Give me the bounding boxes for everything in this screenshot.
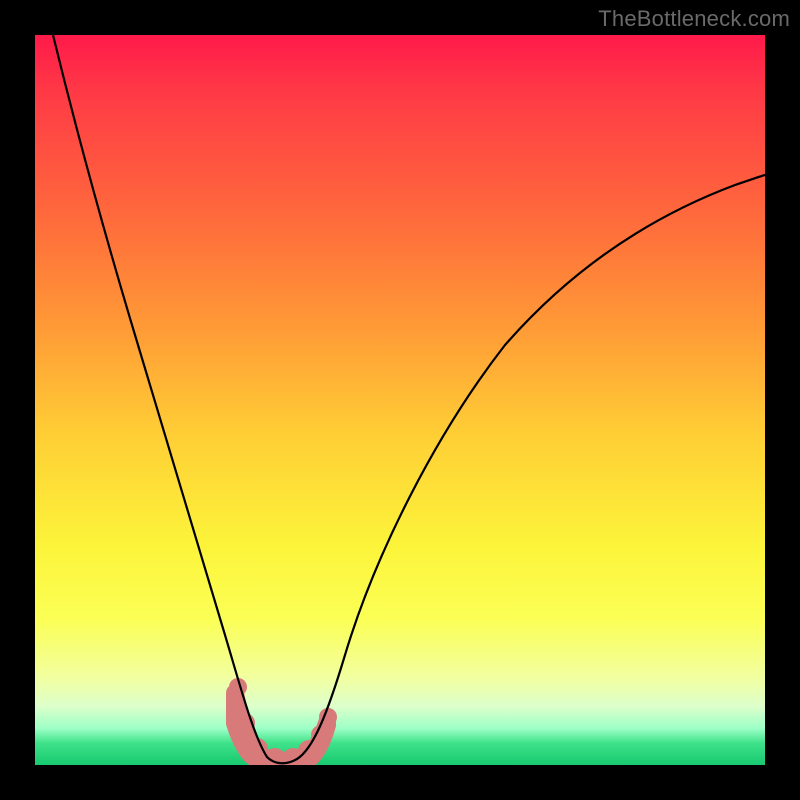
plot-area — [35, 35, 765, 765]
watermark-text: TheBottleneck.com — [598, 6, 790, 32]
curve-layer — [35, 35, 765, 765]
highlight-band — [229, 678, 337, 765]
chart-frame: TheBottleneck.com — [0, 0, 800, 800]
bottleneck-curve — [53, 35, 765, 763]
